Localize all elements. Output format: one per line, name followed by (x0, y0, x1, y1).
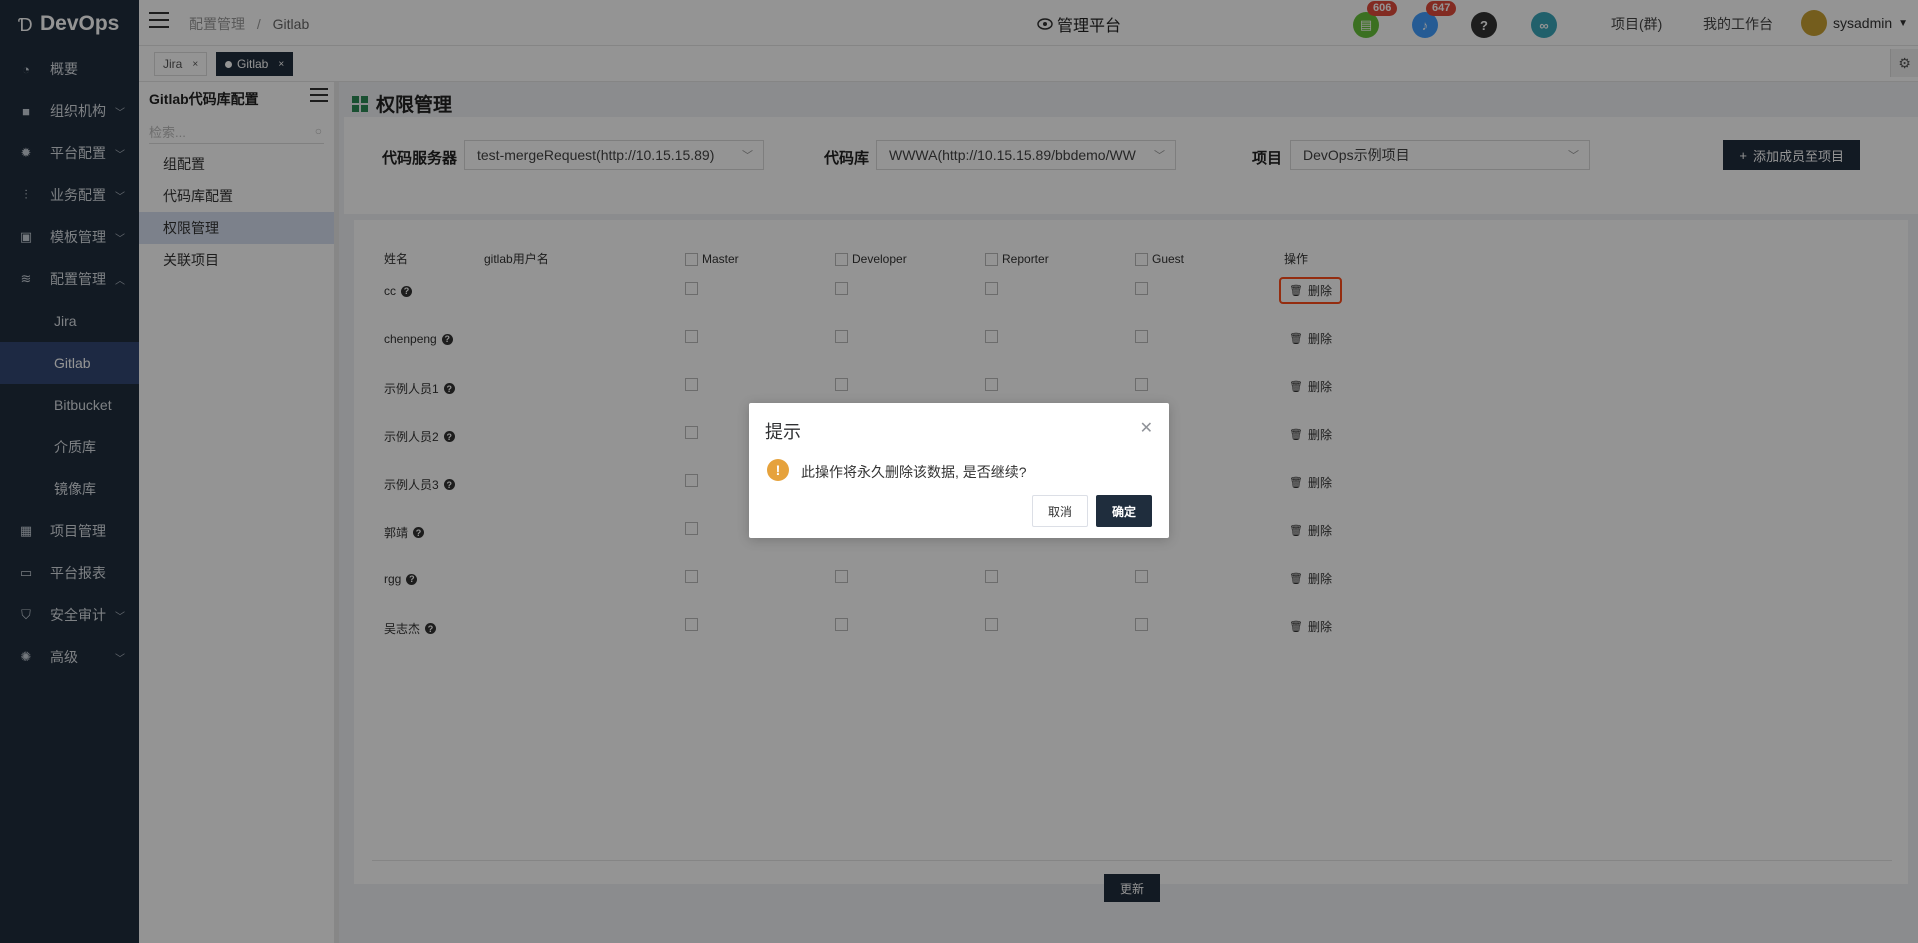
dialog-message: 此操作将永久删除该数据, 是否继续? (801, 464, 1027, 480)
confirm-button[interactable]: 确定 (1096, 495, 1152, 527)
dialog-title: 提示 (765, 422, 801, 442)
warning-icon: ! (767, 459, 789, 481)
close-icon[interactable]: ✕ (1140, 418, 1153, 438)
confirm-dialog: 提示 ✕ ! 此操作将永久删除该数据, 是否继续? 取消 确定 (749, 403, 1169, 538)
cancel-button[interactable]: 取消 (1032, 495, 1088, 527)
